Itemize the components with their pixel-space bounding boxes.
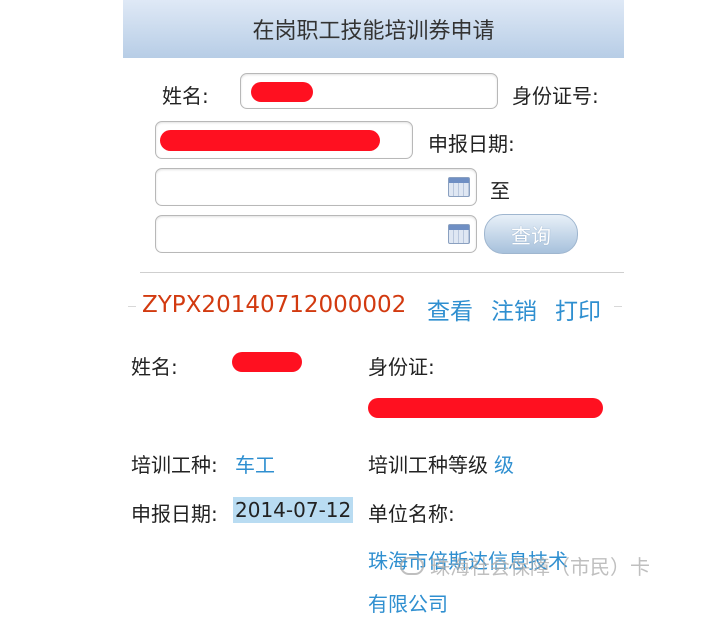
record-date-label: 申报日期: bbox=[131, 502, 218, 526]
watermark-text: 珠海社会保障（市民）卡 bbox=[430, 555, 650, 579]
redacted-record-id bbox=[368, 398, 603, 418]
record-date-value: 2014-07-12 bbox=[233, 497, 354, 523]
trade-value: 车工 bbox=[235, 453, 275, 477]
unit-name-label: 单位名称: bbox=[368, 502, 455, 526]
unit-name-value-line2: 有限公司 bbox=[368, 592, 448, 616]
record-id-label: 身份证: bbox=[368, 355, 435, 379]
dash-left bbox=[128, 306, 136, 307]
date-to-input[interactable] bbox=[155, 215, 477, 253]
view-link[interactable]: 查看 bbox=[427, 292, 473, 326]
calendar-icon[interactable] bbox=[448, 224, 470, 244]
record-name-label: 姓名: bbox=[131, 355, 178, 379]
page-header: 在岗职工技能培训券申请 bbox=[123, 0, 624, 58]
trade-level-label: 培训工种等级 bbox=[368, 453, 488, 477]
dash-right bbox=[614, 306, 622, 307]
record-header: ZYPX20140712000002 查看 注销 打印 bbox=[128, 292, 623, 325]
cancel-link[interactable]: 注销 bbox=[491, 292, 537, 326]
query-button[interactable]: 查询 bbox=[484, 214, 578, 254]
name-label: 姓名: bbox=[162, 84, 209, 108]
id-number-input[interactable] bbox=[155, 121, 413, 159]
redacted-name bbox=[251, 82, 313, 102]
calendar-icon[interactable] bbox=[448, 177, 470, 197]
redacted-record-name bbox=[232, 352, 302, 372]
print-link[interactable]: 打印 bbox=[555, 292, 601, 326]
trade-label: 培训工种: bbox=[131, 453, 218, 477]
application-number: ZYPX20140712000002 bbox=[142, 292, 407, 318]
id-number-label: 身份证号: bbox=[512, 84, 599, 108]
page-title: 在岗职工技能培训券申请 bbox=[252, 19, 495, 44]
divider bbox=[140, 272, 624, 273]
redacted-id-number bbox=[160, 130, 380, 151]
watermark: 珠海社会保障（市民）卡 bbox=[400, 551, 650, 580]
voucher-application-page: 在岗职工技能培训券申请 姓名: 身份证号: 申报日期: 至 查询 ZYPX201… bbox=[0, 0, 720, 616]
name-input[interactable] bbox=[240, 73, 498, 109]
trade-level-value: 级 bbox=[494, 453, 514, 477]
date-to-separator: 至 bbox=[490, 179, 510, 203]
wechat-icon bbox=[400, 556, 424, 575]
date-from-input[interactable] bbox=[155, 168, 477, 206]
apply-date-label: 申报日期: bbox=[428, 132, 515, 156]
